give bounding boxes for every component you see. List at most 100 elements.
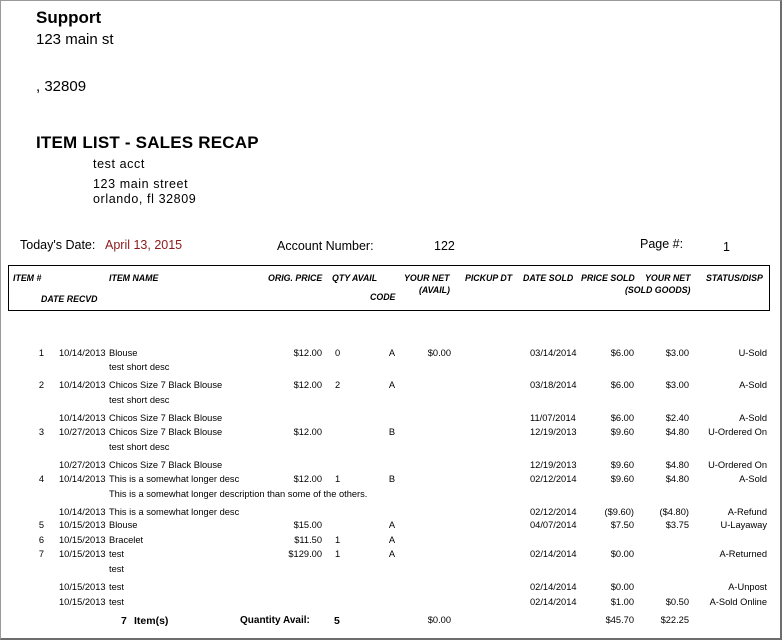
- report-title: ITEM LIST - SALES RECAP: [36, 133, 259, 152]
- footer-qty-value: 5: [334, 615, 340, 627]
- cell-price: $6.00: [610, 380, 634, 390]
- col-status: STATUS/DISP: [706, 273, 763, 283]
- cell-recvd: 10/15/2013: [59, 549, 106, 559]
- cell-recvd: 10/14/2013: [59, 413, 106, 423]
- cell-net2: $3.00: [665, 348, 689, 358]
- col-item: ITEM #: [13, 273, 42, 283]
- footer-price-sold-total: $45.70: [605, 615, 634, 625]
- todays-date-value: April 13, 2015: [105, 238, 183, 252]
- cell-recvd: 10/14/2013: [59, 380, 106, 390]
- cell-recvd: 10/15/2013: [59, 535, 106, 545]
- table-row-description: test short desc: [0, 395, 784, 407]
- cell-sold: 04/07/2014: [530, 520, 577, 530]
- table-row: 3 10/27/2013 Chicos Size 7 Black Blouse $12…: [0, 427, 784, 439]
- cell-orig: $12.00: [293, 348, 322, 358]
- cell-status: A-Sold: [739, 474, 767, 484]
- cell-net2: $2.40: [665, 413, 689, 423]
- cell-orig: $12.00: [293, 427, 322, 437]
- cell-code: B: [388, 427, 396, 437]
- cell-status: U-Ordered On: [708, 460, 767, 470]
- table-row-description: This is a somewhat longer description th…: [0, 489, 784, 501]
- table-row: 6 10/15/2013 Bracelet $11.50 1 A: [0, 535, 784, 547]
- cell-recvd: 10/15/2013: [59, 582, 106, 592]
- table-row-detail: 10/14/2013 Chicos Size 7 Black Blouse 11/0…: [0, 413, 784, 425]
- table-row: 5 10/15/2013 Blouse $15.00 A 04/07/2014 $7.50 $…: [0, 520, 784, 532]
- table-row-detail: 10/15/2013 test 02/14/2014 $1.00 $0.50 A-Sold…: [0, 597, 784, 609]
- cell-recvd: 10/15/2013: [59, 520, 106, 530]
- cell-qty: 2: [335, 380, 341, 390]
- cell-sold: 11/07/2014: [530, 413, 576, 423]
- cell-status: A-Sold: [739, 413, 767, 423]
- col-pickup-dt: PICKUP DT: [465, 273, 513, 283]
- cell-code: A: [388, 535, 396, 545]
- cell-sold: 03/14/2014: [530, 348, 577, 358]
- cell-net2: $0.50: [665, 597, 689, 607]
- cell-name: This is a somewhat longer desc: [109, 507, 240, 517]
- cell-sold: 02/12/2014: [530, 474, 577, 484]
- cell-orig: $12.00: [293, 380, 322, 390]
- table-row: 1 10/14/2013 Blouse $12.00 0 A $0.00 03/14/2014…: [0, 348, 784, 360]
- cell-status: A-Unpost: [728, 582, 767, 592]
- footer-item-count: 7: [121, 615, 127, 627]
- cell-net2: $4.80: [665, 474, 689, 484]
- cell-qty: 0: [335, 348, 341, 358]
- cell-sold: 02/14/2014: [530, 597, 577, 607]
- cell-status: U-Layaway: [720, 520, 767, 530]
- cell-name: test short desc: [109, 362, 170, 372]
- cell-name: Blouse: [109, 348, 138, 358]
- account-number-value: 122: [434, 239, 455, 253]
- cell-name: Chicos Size 7 Black Blouse: [109, 427, 223, 437]
- cell-sold: 02/12/2014: [530, 507, 577, 517]
- cell-price: $6.00: [610, 413, 634, 423]
- cell-net2: ($4.80): [659, 507, 689, 517]
- footer-items-label: Item(s): [134, 615, 169, 627]
- cell-price: $0.00: [610, 549, 634, 559]
- footer-qty-label: Quantity Avail:: [240, 615, 310, 626]
- cell-orig: $15.00: [293, 520, 322, 530]
- table-row-detail: 10/14/2013 This is a somewhat longer desc…: [0, 507, 784, 519]
- cell-num: 3: [38, 427, 44, 437]
- col-your-net-avail: (AVAIL): [419, 285, 450, 295]
- cell-net2: $4.80: [665, 427, 689, 437]
- account-name: test acct: [93, 157, 145, 171]
- cell-num: 2: [38, 380, 44, 390]
- cell-net2: $4.80: [665, 460, 689, 470]
- todays-date-label: Today's Date:: [20, 238, 96, 252]
- cell-code: A: [388, 520, 396, 530]
- page-number-label: Page #:: [640, 237, 684, 251]
- cell-name: Chicos Size 7 Black Blouse: [109, 380, 223, 390]
- col-orig-price: ORIG. PRICE: [268, 273, 323, 283]
- cell-net2: $3.75: [665, 520, 689, 530]
- cell-orig: $11.50: [294, 535, 322, 545]
- cell-price: $7.50: [610, 520, 634, 530]
- footer-net-sold-total: $22.25: [660, 615, 689, 625]
- cell-name: Chicos Size 7 Black Blouse: [109, 413, 223, 423]
- cell-name: test short desc: [109, 442, 170, 452]
- cell-num: 7: [38, 549, 44, 559]
- col-item-name: ITEM NAME: [109, 273, 159, 283]
- cell-price: $9.60: [610, 427, 634, 437]
- cell-status: U-Ordered On: [708, 427, 767, 437]
- company-address-line2: , 32809: [36, 78, 87, 95]
- col-your-net: YOUR NET: [404, 273, 450, 283]
- table-row-detail: 10/15/2013 test 02/14/2014 $0.00 A-Unpost: [0, 582, 784, 594]
- table-row-description: test: [0, 564, 784, 576]
- cell-price: $0.00: [610, 582, 634, 592]
- company-address-line1: 123 main st: [36, 31, 114, 48]
- cell-status: A-Returned: [719, 549, 767, 559]
- table-row: 2 10/14/2013 Chicos Size 7 Black Blouse $12…: [0, 380, 784, 392]
- cell-sold: 02/14/2014: [530, 549, 577, 559]
- col-date-sold: DATE SOLD: [523, 273, 574, 283]
- cell-status: A-Sold: [739, 380, 767, 390]
- cell-name: Blouse: [109, 520, 138, 530]
- cell-code: A: [388, 348, 396, 358]
- col-qty-avail: QTY AVAIL: [332, 273, 378, 283]
- cell-name: This is a somewhat longer desc: [109, 474, 240, 484]
- table-row-description: test short desc: [0, 362, 784, 374]
- cell-net2: $3.00: [665, 380, 689, 390]
- cell-sold: 12/19/2013: [530, 427, 577, 437]
- cell-price: ($9.60): [604, 507, 634, 517]
- cell-orig: $12.00: [293, 474, 322, 484]
- cell-orig: $129.00: [288, 549, 322, 559]
- cell-recvd: 10/14/2013: [59, 474, 106, 484]
